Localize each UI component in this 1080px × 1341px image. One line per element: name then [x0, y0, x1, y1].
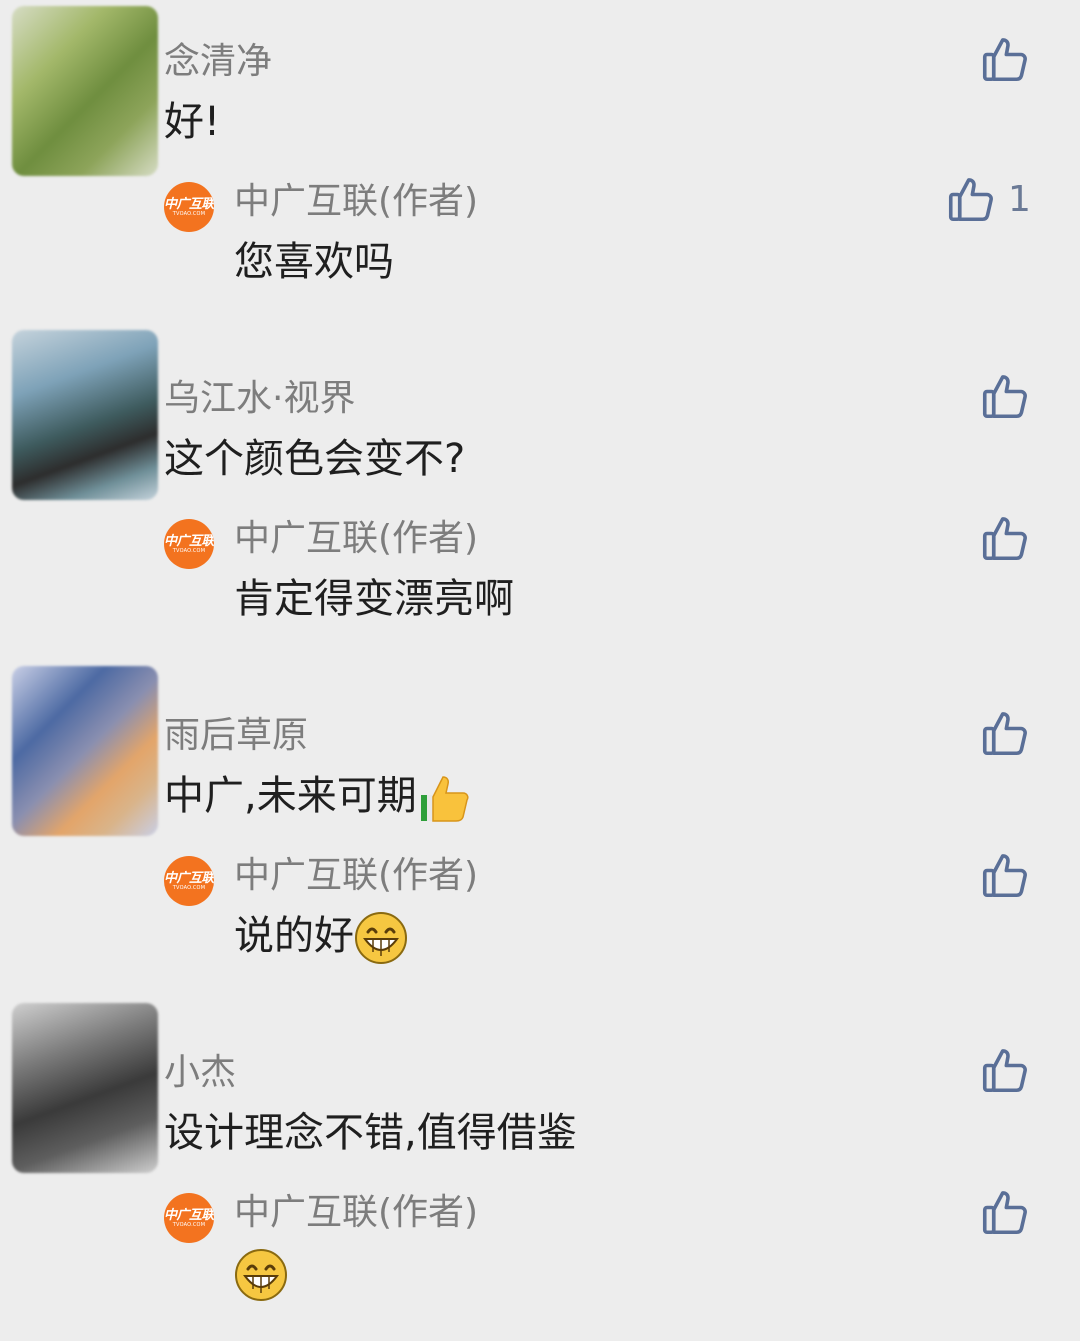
- reply-like-button[interactable]: [944, 172, 998, 226]
- author-logo-text: 中广互联: [164, 196, 214, 212]
- like-button[interactable]: [978, 32, 1032, 86]
- commenter-name[interactable]: 乌江水·视界: [164, 377, 355, 421]
- reply-text: 肯定得变漂亮啊: [234, 576, 514, 622]
- commenter-name[interactable]: 小杰: [164, 1051, 236, 1095]
- reply-like-button[interactable]: [978, 1185, 1032, 1239]
- like-count: 1: [1008, 179, 1031, 220]
- comment-text: 设计理念不错,值得借鉴: [164, 1110, 577, 1156]
- comment-text: 好!: [164, 99, 221, 145]
- reply-author-name[interactable]: 中广互联(作者): [234, 180, 478, 224]
- author-logo-text: 中广互联: [164, 1207, 214, 1223]
- thumbs-up-outline-icon: [982, 517, 1027, 561]
- author-logo-text: 中广互联: [164, 870, 214, 886]
- reply-text: 您喜欢吗: [234, 239, 394, 285]
- thumbs-up-outline-icon: [982, 712, 1027, 756]
- like-button[interactable]: [978, 369, 1032, 423]
- author-logo-subtext: TVOAO.COM: [172, 884, 206, 891]
- author-avatar[interactable]: 中广互联 TVOAO.COM: [164, 1193, 214, 1243]
- reply-like-button[interactable]: [978, 848, 1032, 902]
- author-logo-text: 中广互联: [164, 533, 214, 549]
- commenter-name[interactable]: 雨后草原: [164, 714, 308, 758]
- comment-text-content: 中广,未来可期: [164, 773, 417, 819]
- commenter-name[interactable]: 念清净: [164, 40, 272, 84]
- author-logo-subtext: TVOAO.COM: [172, 210, 206, 217]
- author-avatar[interactable]: 中广互联 TVOAO.COM: [164, 856, 214, 906]
- thumbs-up-outline-icon: [982, 38, 1027, 82]
- avatar[interactable]: [12, 666, 158, 836]
- like-button[interactable]: [978, 1043, 1032, 1097]
- thumbs-up-outline-icon: [982, 1191, 1027, 1235]
- grinning-face-emoji: [354, 911, 408, 965]
- avatar[interactable]: [12, 6, 158, 176]
- reply-like-button[interactable]: [978, 511, 1032, 565]
- thumbs-up-outline-icon: [982, 854, 1027, 898]
- reply-text: [234, 1247, 288, 1302]
- reply-author-name[interactable]: 中广互联(作者): [234, 517, 478, 561]
- reply-author-name[interactable]: 中广互联(作者): [234, 854, 478, 898]
- thumbs-up-outline-icon: [982, 1049, 1027, 1093]
- grinning-face-emoji: [234, 1248, 288, 1302]
- author-avatar[interactable]: 中广互联 TVOAO.COM: [164, 519, 214, 569]
- reply-text: 说的好: [234, 910, 408, 965]
- comment-text: 中广,未来可期: [164, 770, 471, 825]
- reply-author-name[interactable]: 中广互联(作者): [234, 1191, 478, 1235]
- avatar[interactable]: [12, 1003, 158, 1173]
- thumbs-up-outline-icon: [982, 375, 1027, 419]
- thumbs-up-outline-icon: [948, 178, 993, 222]
- like-button[interactable]: [978, 706, 1032, 760]
- avatar[interactable]: [12, 330, 158, 500]
- author-avatar[interactable]: 中广互联 TVOAO.COM: [164, 182, 214, 232]
- reply-text-content: 说的好: [234, 913, 354, 959]
- thumbs-up-emoji: [417, 771, 471, 825]
- author-logo-subtext: TVOAO.COM: [172, 547, 206, 554]
- author-logo-subtext: TVOAO.COM: [172, 1221, 206, 1228]
- comment-text: 这个颜色会变不?: [164, 436, 466, 482]
